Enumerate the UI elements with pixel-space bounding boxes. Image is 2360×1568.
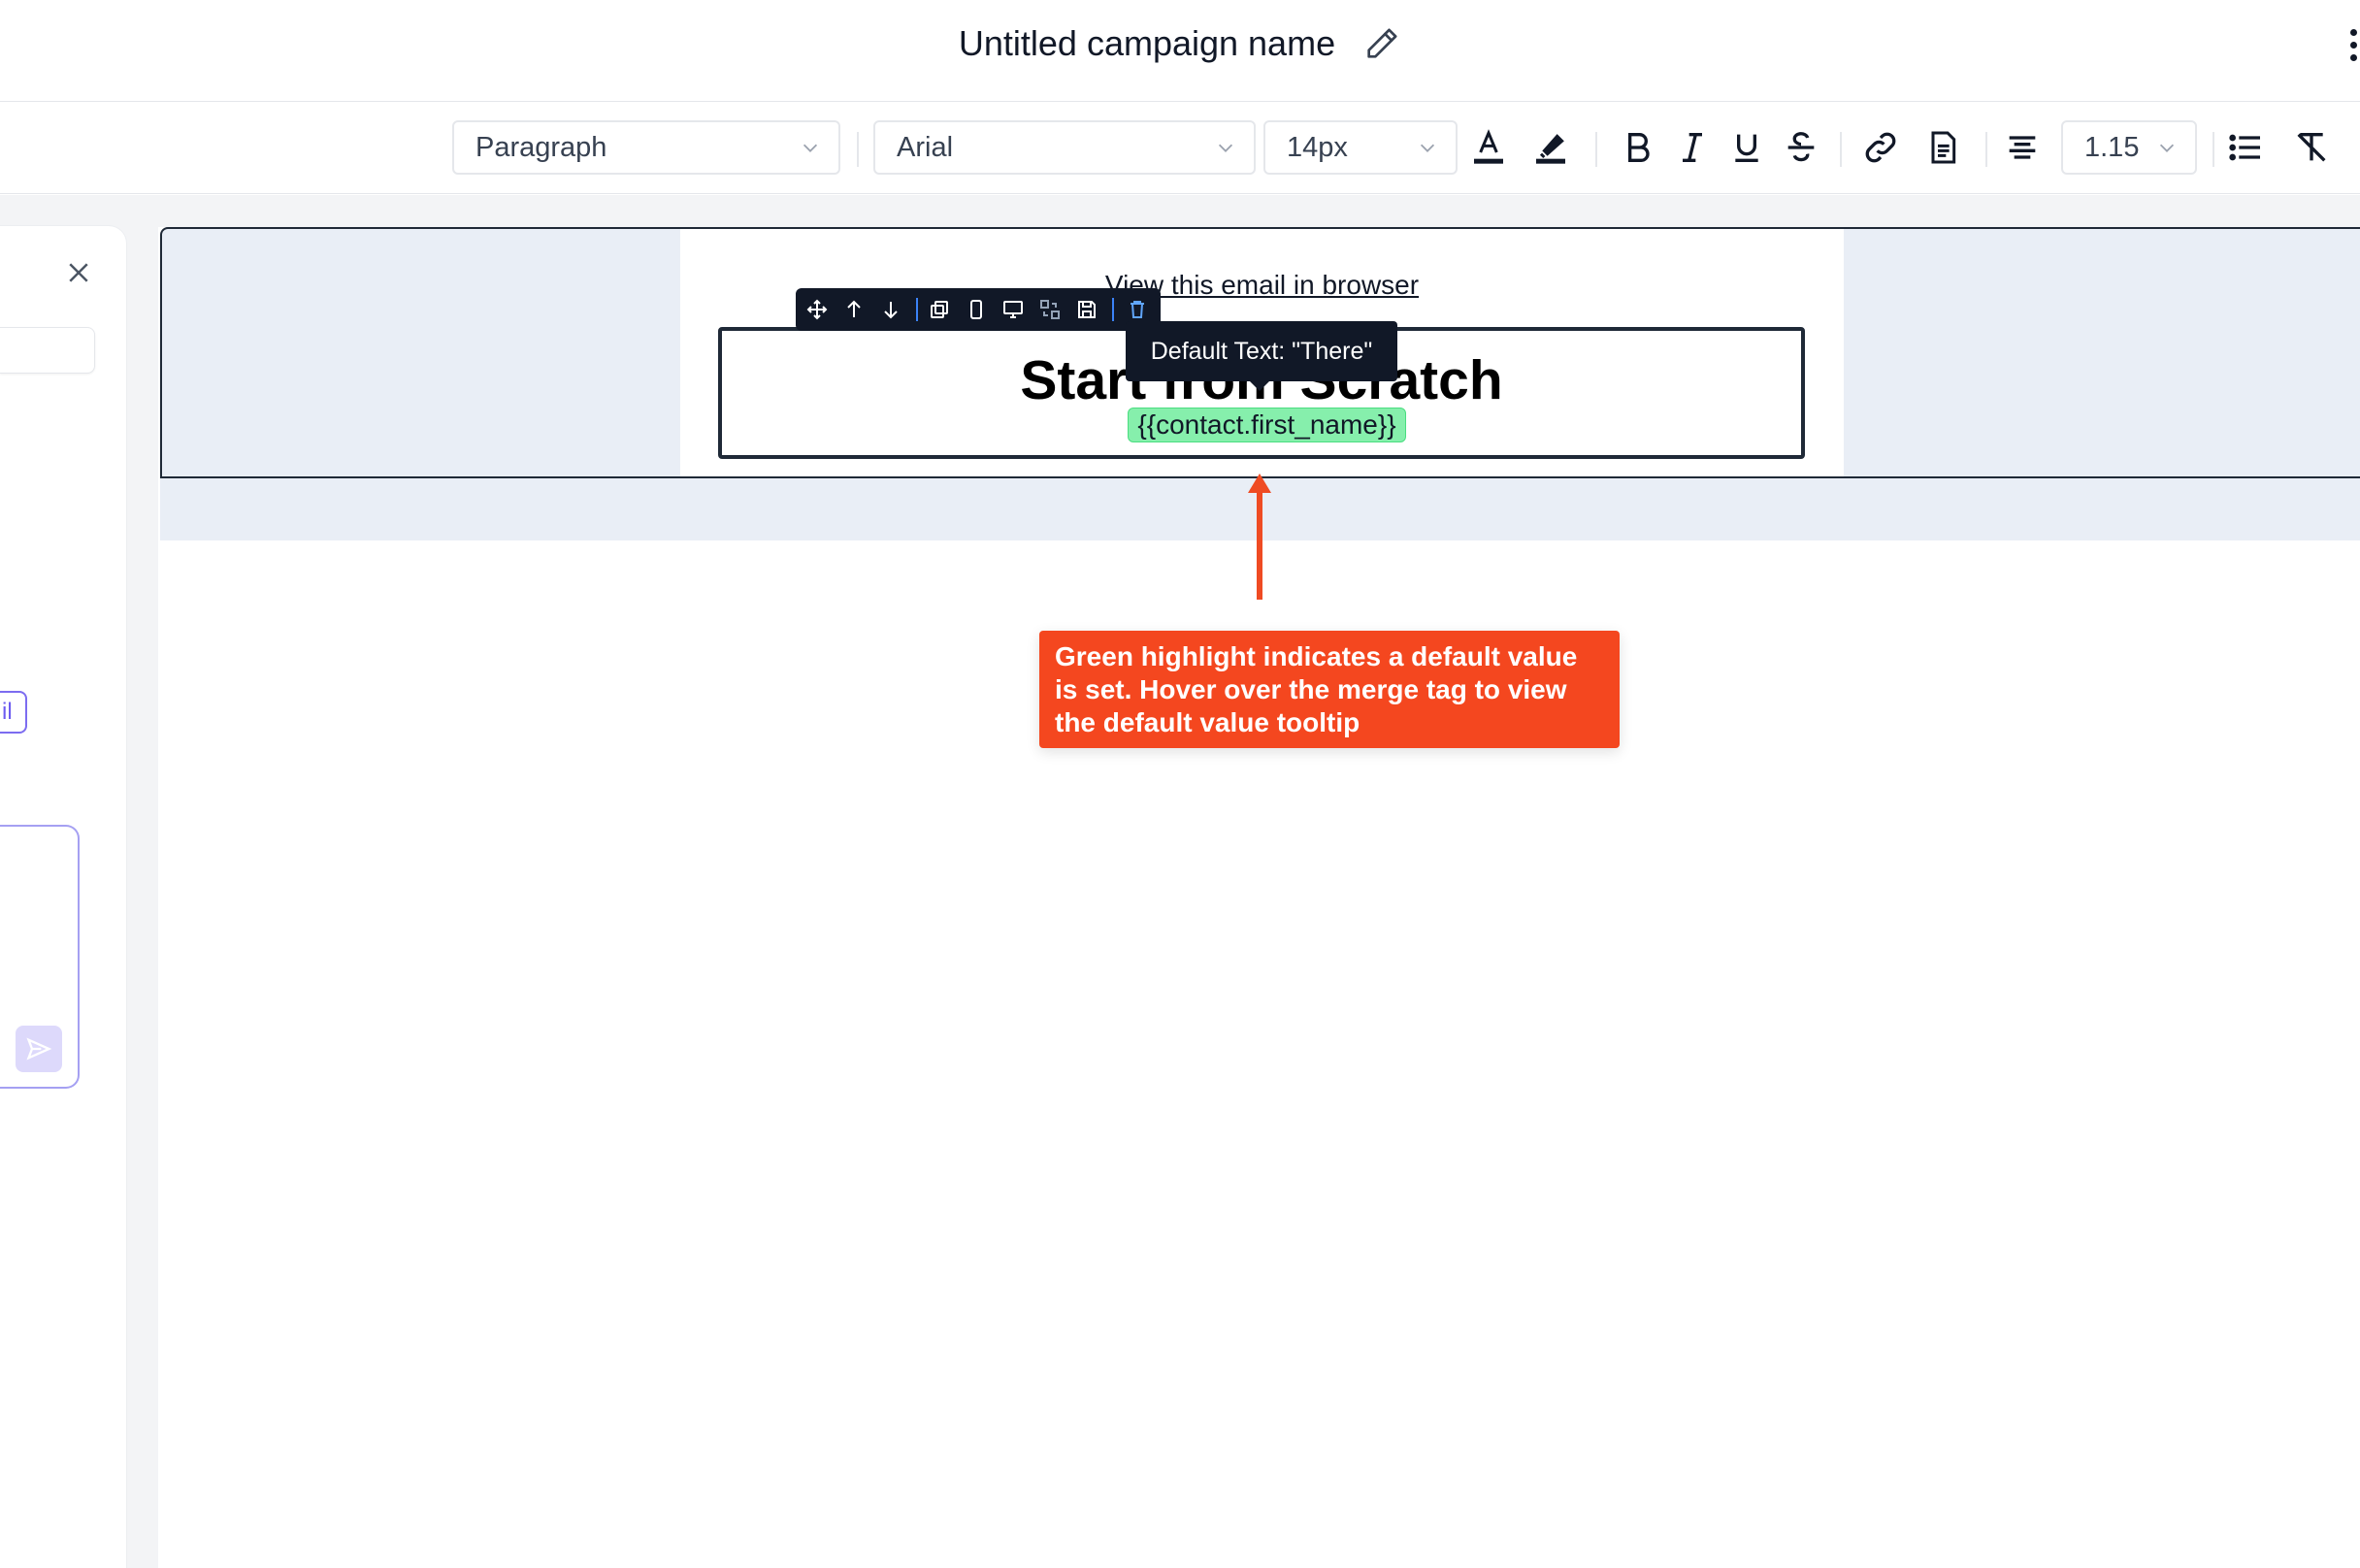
chevron-down-icon [803, 144, 818, 152]
toolbar-divider [1112, 298, 1114, 321]
font-size-value: 14px [1287, 132, 1348, 163]
move-down-icon[interactable] [879, 298, 902, 321]
block-type-select[interactable]: Paragraph [452, 120, 840, 175]
chevron-down-icon [1218, 144, 1233, 152]
left-panel-chip-label: il [2, 699, 13, 725]
toolbar-divider [1985, 132, 1987, 167]
send-button[interactable] [16, 1026, 62, 1072]
tooltip-caret [1250, 381, 1269, 391]
line-height-select[interactable]: 1.15 [2061, 120, 2197, 175]
merge-tag-default-tooltip: Default Text: "There" [1126, 321, 1397, 381]
font-size-select[interactable]: 14px [1263, 120, 1458, 175]
toolbar-divider [857, 132, 859, 167]
block-action-toolbar [796, 288, 1161, 331]
desktop-visibility-icon[interactable] [1001, 298, 1025, 321]
toolbar-divider [916, 298, 918, 321]
campaign-title: Untitled campaign name [0, 21, 2360, 64]
highlight-color-icon[interactable] [1531, 128, 1570, 167]
toolbar-divider [1595, 132, 1597, 167]
campaign-name[interactable]: Untitled campaign name [959, 23, 1335, 64]
bold-icon[interactable] [1619, 128, 1657, 167]
clear-formatting-icon[interactable] [2292, 128, 2331, 167]
delete-icon[interactable] [1126, 298, 1149, 321]
toolbar-divider [2212, 132, 2214, 167]
format-toolbar: Paragraph Arial 14px 1.15 [0, 103, 2360, 194]
merge-field-icon[interactable] [1923, 128, 1962, 167]
toolbar-divider [1840, 132, 1842, 167]
bullet-list-icon[interactable] [2226, 128, 2265, 167]
close-icon[interactable] [64, 258, 93, 287]
annotation-arrow-line [1257, 485, 1262, 600]
line-height-value: 1.15 [2084, 132, 2140, 163]
move-up-icon[interactable] [842, 298, 866, 321]
mobile-visibility-icon[interactable] [965, 298, 988, 321]
font-family-value: Arial [897, 132, 954, 163]
canvas-top-strip [158, 195, 2360, 227]
annotation-callout: Green highlight indicates a default valu… [1039, 631, 1620, 748]
merge-tag[interactable]: {{contact.first_name}} [1128, 408, 1406, 442]
underline-icon[interactable] [1727, 128, 1766, 167]
chevron-down-icon [2159, 144, 2175, 152]
link-icon[interactable] [1861, 128, 1900, 167]
text-color-icon[interactable] [1469, 128, 1508, 167]
left-panel-chip[interactable]: il [0, 691, 27, 734]
more-options-icon[interactable] [2346, 29, 2360, 68]
italic-icon[interactable] [1673, 128, 1712, 167]
send-icon [26, 1037, 52, 1061]
strikethrough-icon[interactable] [1782, 128, 1820, 167]
move-icon[interactable] [805, 298, 829, 321]
font-family-select[interactable]: Arial [873, 120, 1256, 175]
block-type-value: Paragraph [475, 132, 607, 163]
edit-pencil-icon[interactable] [1362, 24, 1401, 63]
header-bar: Untitled campaign name [0, 0, 2360, 102]
save-block-icon[interactable] [1075, 298, 1098, 321]
left-panel-input[interactable] [0, 327, 95, 374]
duplicate-icon[interactable] [928, 298, 951, 321]
conditional-display-icon[interactable] [1038, 298, 1062, 321]
chevron-down-icon [1420, 144, 1435, 152]
align-center-icon[interactable] [2003, 128, 2042, 167]
